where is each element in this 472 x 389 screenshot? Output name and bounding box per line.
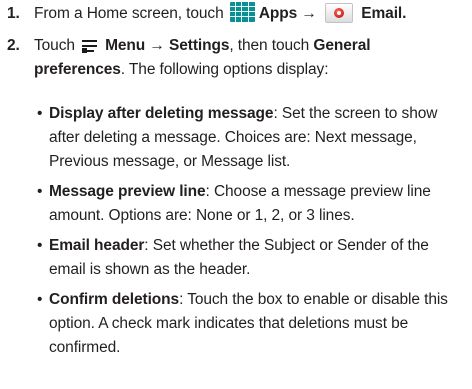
option-term: Display after deleting message: [49, 105, 274, 122]
option-term: Confirm deletions: [49, 291, 180, 308]
step-text: , then touch: [229, 37, 310, 54]
bullet: •: [37, 183, 43, 200]
list-item: • Message preview line: Choose a message…: [34, 180, 468, 228]
step-text: From a Home screen, touch: [34, 5, 224, 22]
arrow-icon: →: [149, 37, 165, 54]
general-label: General: [313, 37, 371, 54]
list-item: • Email header: Set whether the Subject …: [34, 234, 468, 282]
step-end: .: [402, 5, 407, 22]
menu-label: Menu: [105, 37, 146, 54]
step-number: 2.: [7, 37, 20, 54]
instructions-page: 1. From a Home screen, touch Apps → Emai…: [0, 0, 472, 389]
list-item: • Display after deleting message: Set th…: [34, 102, 468, 174]
options-list: • Display after deleting message: Set th…: [34, 102, 468, 366]
option-term: Message preview line: [49, 183, 206, 200]
preferences-label: preferences: [34, 61, 121, 78]
email-app-icon: [325, 2, 354, 23]
settings-label: Settings: [169, 37, 230, 54]
email-label: Email: [361, 5, 403, 22]
arrow-icon: →: [301, 5, 317, 22]
step-1-text: From a Home screen, touch Apps → Email.: [34, 1, 468, 26]
menu-icon: [81, 37, 101, 53]
bullet: •: [37, 237, 43, 254]
step-number: 1.: [7, 5, 20, 22]
list-item: • Confirm deletions: Touch the box to en…: [34, 288, 468, 360]
step-2-text: Touch Menu → Settings, then touch Genera…: [34, 34, 468, 82]
bullet: •: [37, 291, 43, 308]
step-text: Touch: [34, 37, 75, 54]
bullet: •: [37, 105, 43, 122]
step-text: . The following options display:: [120, 61, 329, 78]
option-term: Email header: [49, 237, 145, 254]
apps-grid-icon: [229, 1, 255, 22]
apps-label: Apps: [258, 5, 298, 22]
